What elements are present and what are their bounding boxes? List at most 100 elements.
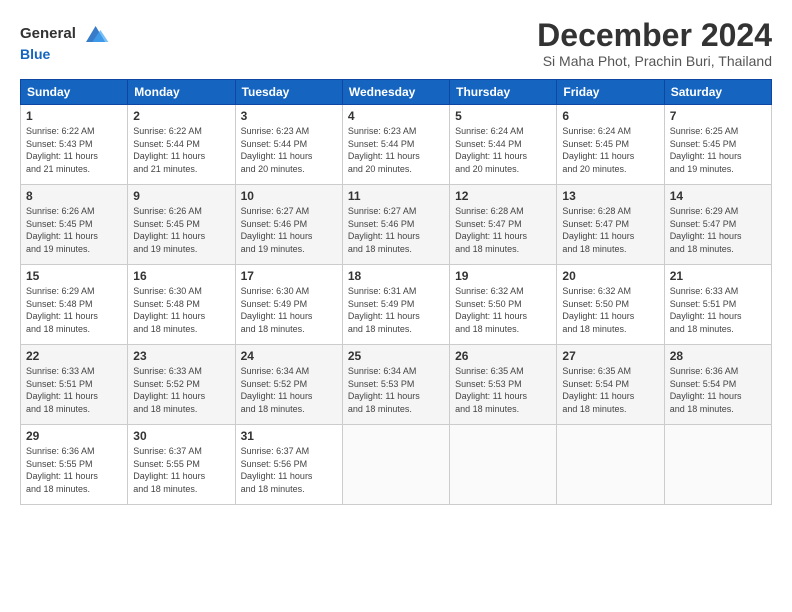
day-info: Sunrise: 6:33 AM Sunset: 5:51 PM Dayligh… xyxy=(26,365,122,415)
day-number: 26 xyxy=(455,349,551,363)
day-number: 5 xyxy=(455,109,551,123)
day-number: 16 xyxy=(133,269,229,283)
page: General Blue December 2024 Si Maha Phot,… xyxy=(0,0,792,612)
day-info: Sunrise: 6:30 AM Sunset: 5:48 PM Dayligh… xyxy=(133,285,229,335)
day-info: Sunrise: 6:29 AM Sunset: 5:48 PM Dayligh… xyxy=(26,285,122,335)
day-info: Sunrise: 6:32 AM Sunset: 5:50 PM Dayligh… xyxy=(562,285,658,335)
calendar-cell: 3Sunrise: 6:23 AM Sunset: 5:44 PM Daylig… xyxy=(235,105,342,185)
day-number: 28 xyxy=(670,349,766,363)
calendar-cell: 2 Sunrise: 6:22 AM Sunset: 5:44 PM Daylig… xyxy=(128,105,235,185)
calendar-table: SundayMondayTuesdayWednesdayThursdayFrid… xyxy=(20,79,772,505)
header-area: General Blue December 2024 Si Maha Phot,… xyxy=(20,18,772,69)
logo: General Blue xyxy=(20,18,110,63)
calendar-cell: 20 Sunrise: 6:32 AM Sunset: 5:50 PM Dayli… xyxy=(557,265,664,345)
calendar-cell: 5 Sunrise: 6:24 AM Sunset: 5:44 PM Daylig… xyxy=(450,105,557,185)
calendar-cell: 27 Sunrise: 6:35 AM Sunset: 5:54 PM Dayli… xyxy=(557,345,664,425)
day-number: 19 xyxy=(455,269,551,283)
title-area: December 2024 Si Maha Phot, Prachin Buri… xyxy=(537,18,772,69)
day-number: 29 xyxy=(26,429,122,443)
calendar-cell xyxy=(664,425,771,505)
day-info: Sunrise: 6:37 AM Sunset: 5:55 PM Dayligh… xyxy=(133,445,229,495)
calendar-cell: 10 Sunrise: 6:27 AM Sunset: 5:46 PM Dayli… xyxy=(235,185,342,265)
calendar-cell: 13 Sunrise: 6:28 AM Sunset: 5:47 PM Dayli… xyxy=(557,185,664,265)
day-info: Sunrise: 6:30 AM Sunset: 5:49 PM Dayligh… xyxy=(241,285,337,335)
week-row-5: 29 Sunrise: 6:36 AM Sunset: 5:55 PM Dayli… xyxy=(21,425,772,505)
weekday-header-sunday: Sunday xyxy=(21,80,128,105)
day-info: Sunrise: 6:23 AM Sunset: 5:44 PM Dayligh… xyxy=(348,125,444,175)
weekday-header-saturday: Saturday xyxy=(664,80,771,105)
day-number: 2 xyxy=(133,109,229,123)
calendar-cell: 22 Sunrise: 6:33 AM Sunset: 5:51 PM Dayli… xyxy=(21,345,128,425)
day-info: Sunrise: 6:27 AM Sunset: 5:46 PM Dayligh… xyxy=(348,205,444,255)
calendar-cell: 16 Sunrise: 6:30 AM Sunset: 5:48 PM Dayli… xyxy=(128,265,235,345)
logo-general: General xyxy=(20,25,76,43)
weekday-header-friday: Friday xyxy=(557,80,664,105)
calendar-cell: 9 Sunrise: 6:26 AM Sunset: 5:45 PM Daylig… xyxy=(128,185,235,265)
weekday-header-tuesday: Tuesday xyxy=(235,80,342,105)
calendar-cell xyxy=(557,425,664,505)
calendar-cell: 6Sunrise: 6:24 AM Sunset: 5:45 PM Daylig… xyxy=(557,105,664,185)
day-info: Sunrise: 6:22 AM Sunset: 5:43 PM Dayligh… xyxy=(26,125,122,175)
day-info: Sunrise: 6:31 AM Sunset: 5:49 PM Dayligh… xyxy=(348,285,444,335)
week-row-4: 22 Sunrise: 6:33 AM Sunset: 5:51 PM Dayli… xyxy=(21,345,772,425)
day-number: 7 xyxy=(670,109,766,123)
day-info: Sunrise: 6:33 AM Sunset: 5:51 PM Dayligh… xyxy=(670,285,766,335)
calendar-cell: 7 Sunrise: 6:25 AM Sunset: 5:45 PM Daylig… xyxy=(664,105,771,185)
calendar-cell: 4 Sunrise: 6:23 AM Sunset: 5:44 PM Daylig… xyxy=(342,105,449,185)
calendar-cell: 25Sunrise: 6:34 AM Sunset: 5:53 PM Dayli… xyxy=(342,345,449,425)
day-number: 22 xyxy=(26,349,122,363)
calendar-cell: 14Sunrise: 6:29 AM Sunset: 5:47 PM Dayli… xyxy=(664,185,771,265)
day-info: Sunrise: 6:36 AM Sunset: 5:55 PM Dayligh… xyxy=(26,445,122,495)
day-number: 9 xyxy=(133,189,229,203)
day-number: 24 xyxy=(241,349,337,363)
day-info: Sunrise: 6:29 AM Sunset: 5:47 PM Dayligh… xyxy=(670,205,766,255)
calendar-cell: 11Sunrise: 6:27 AM Sunset: 5:46 PM Dayli… xyxy=(342,185,449,265)
day-number: 8 xyxy=(26,189,122,203)
calendar-cell: 12 Sunrise: 6:28 AM Sunset: 5:47 PM Dayli… xyxy=(450,185,557,265)
month-title: December 2024 xyxy=(537,18,772,53)
day-number: 18 xyxy=(348,269,444,283)
day-info: Sunrise: 6:34 AM Sunset: 5:53 PM Dayligh… xyxy=(348,365,444,415)
day-number: 15 xyxy=(26,269,122,283)
day-number: 13 xyxy=(562,189,658,203)
day-info: Sunrise: 6:27 AM Sunset: 5:46 PM Dayligh… xyxy=(241,205,337,255)
calendar-cell: 17Sunrise: 6:30 AM Sunset: 5:49 PM Dayli… xyxy=(235,265,342,345)
logo-blue: Blue xyxy=(20,46,50,63)
day-info: Sunrise: 6:36 AM Sunset: 5:54 PM Dayligh… xyxy=(670,365,766,415)
day-number: 12 xyxy=(455,189,551,203)
calendar-cell: 29 Sunrise: 6:36 AM Sunset: 5:55 PM Dayli… xyxy=(21,425,128,505)
week-row-1: 1Sunrise: 6:22 AM Sunset: 5:43 PM Daylig… xyxy=(21,105,772,185)
day-number: 6 xyxy=(562,109,658,123)
day-number: 23 xyxy=(133,349,229,363)
day-info: Sunrise: 6:26 AM Sunset: 5:45 PM Dayligh… xyxy=(133,205,229,255)
day-number: 30 xyxy=(133,429,229,443)
day-info: Sunrise: 6:24 AM Sunset: 5:44 PM Dayligh… xyxy=(455,125,551,175)
calendar-cell: 21Sunrise: 6:33 AM Sunset: 5:51 PM Dayli… xyxy=(664,265,771,345)
day-number: 31 xyxy=(241,429,337,443)
calendar-cell: 18 Sunrise: 6:31 AM Sunset: 5:49 PM Dayli… xyxy=(342,265,449,345)
week-row-2: 8 Sunrise: 6:26 AM Sunset: 5:45 PM Daylig… xyxy=(21,185,772,265)
day-number: 10 xyxy=(241,189,337,203)
weekday-header-monday: Monday xyxy=(128,80,235,105)
day-info: Sunrise: 6:22 AM Sunset: 5:44 PM Dayligh… xyxy=(133,125,229,175)
day-info: Sunrise: 6:28 AM Sunset: 5:47 PM Dayligh… xyxy=(455,205,551,255)
calendar-cell: 31Sunrise: 6:37 AM Sunset: 5:56 PM Dayli… xyxy=(235,425,342,505)
day-info: Sunrise: 6:28 AM Sunset: 5:47 PM Dayligh… xyxy=(562,205,658,255)
day-info: Sunrise: 6:35 AM Sunset: 5:54 PM Dayligh… xyxy=(562,365,658,415)
logo-icon xyxy=(78,18,110,50)
day-number: 20 xyxy=(562,269,658,283)
calendar-cell: 1Sunrise: 6:22 AM Sunset: 5:43 PM Daylig… xyxy=(21,105,128,185)
weekday-header-thursday: Thursday xyxy=(450,80,557,105)
weekday-header-wednesday: Wednesday xyxy=(342,80,449,105)
day-info: Sunrise: 6:26 AM Sunset: 5:45 PM Dayligh… xyxy=(26,205,122,255)
day-number: 27 xyxy=(562,349,658,363)
day-info: Sunrise: 6:34 AM Sunset: 5:52 PM Dayligh… xyxy=(241,365,337,415)
day-info: Sunrise: 6:25 AM Sunset: 5:45 PM Dayligh… xyxy=(670,125,766,175)
calendar-cell: 8 Sunrise: 6:26 AM Sunset: 5:45 PM Daylig… xyxy=(21,185,128,265)
calendar-cell xyxy=(342,425,449,505)
calendar-cell xyxy=(450,425,557,505)
calendar-cell: 23Sunrise: 6:33 AM Sunset: 5:52 PM Dayli… xyxy=(128,345,235,425)
calendar-cell: 28 Sunrise: 6:36 AM Sunset: 5:54 PM Dayli… xyxy=(664,345,771,425)
day-number: 4 xyxy=(348,109,444,123)
day-number: 3 xyxy=(241,109,337,123)
